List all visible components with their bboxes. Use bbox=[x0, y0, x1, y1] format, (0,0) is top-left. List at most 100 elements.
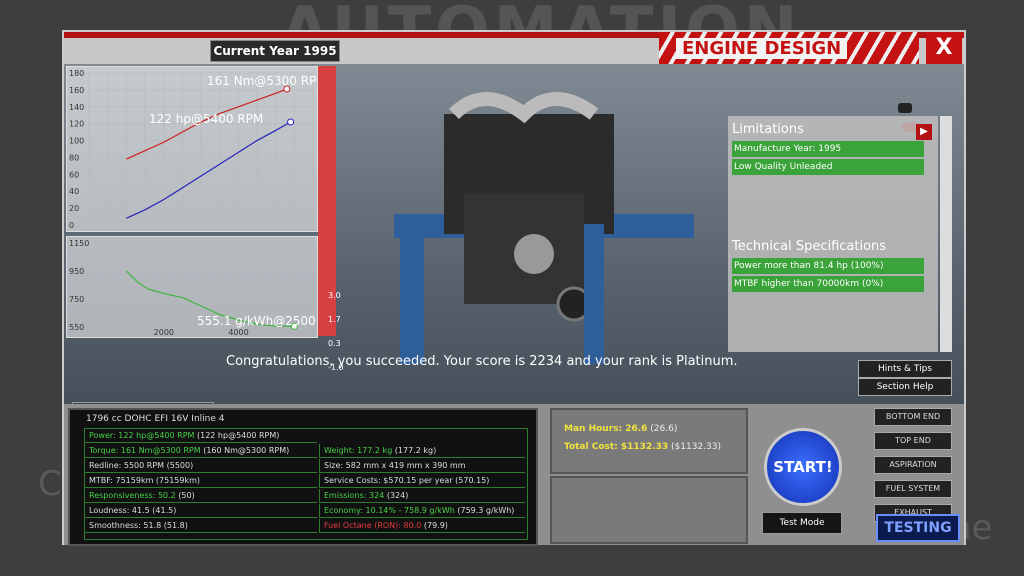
data-point bbox=[287, 118, 295, 126]
power-peak-label: 122 hp@5400 RPM bbox=[149, 112, 263, 126]
power-torque-svg: 0 20 40 60 80 100 120 140 160 180 161 Nm@5300 RPM 1… bbox=[69, 69, 317, 230]
stat-value: (41.5) bbox=[149, 506, 177, 515]
stat-value: (75159km) bbox=[153, 476, 201, 485]
y-tick-label: 950 bbox=[69, 267, 84, 276]
current-year-label: Current Year 1995 bbox=[210, 40, 340, 62]
engine-render bbox=[394, 92, 694, 364]
title-bar: Current Year 1995 ENGINE DESIGN X bbox=[64, 32, 964, 64]
bottom-end-button[interactable]: BOTTOM END bbox=[874, 408, 952, 426]
stat-label: Size: 582 mm x 419 mm x 390 mm bbox=[324, 461, 466, 470]
window-title: ENGINE DESIGN bbox=[676, 38, 848, 59]
stat-value: (5500) bbox=[164, 461, 194, 470]
economy-svg: 550 750 950 1150 2000 4000555.1 g/kWh@2500 RP… bbox=[69, 239, 317, 337]
y-tick-label: 750 bbox=[69, 295, 84, 304]
man-hours-value: (26.6) bbox=[647, 424, 678, 434]
y-tick-label: 40 bbox=[69, 187, 79, 196]
y-tick-label: 160 bbox=[69, 86, 84, 95]
stat-value: (160 Nm@5300 RPM) bbox=[200, 446, 290, 455]
stats-grid: Power: 122 hp@5400 RPM (122 hp@5400 RPM)… bbox=[84, 428, 528, 540]
total-cost: Total Cost: $1132.33 ($1132.33) bbox=[552, 438, 746, 456]
aspiration-button[interactable]: ASPIRATION bbox=[874, 456, 952, 474]
torque-peak-label: 161 Nm@5300 RPM bbox=[207, 74, 317, 88]
power-torque-chart: 0 20 40 60 80 100 120 140 160 180 161 Nm@5300 RPM 1… bbox=[66, 66, 318, 232]
stat-value: (122 hp@5400 RPM) bbox=[194, 431, 280, 440]
stat-row: Redline: 5500 RPM (5500) bbox=[85, 459, 317, 473]
limitations-scrollbar[interactable] bbox=[940, 116, 952, 352]
test-mode-button[interactable]: Test Mode bbox=[762, 512, 842, 534]
y-tick-label: 0 bbox=[69, 221, 74, 230]
limitations-panel: Limitations Manufacture Year: 1995 Low Q… bbox=[728, 116, 952, 352]
start-button[interactable]: START! bbox=[764, 428, 842, 506]
fuel-system-button[interactable]: FUEL SYSTEM bbox=[874, 480, 952, 498]
engine-design-window: Current Year 1995 ENGINE DESIGN X 0 20 40 6… bbox=[62, 30, 966, 546]
stat-row: Torque: 161 Nm@5300 RPM (160 Nm@5300 RPM… bbox=[85, 444, 317, 458]
stat-row: Size: 582 mm x 419 mm x 390 mm bbox=[319, 459, 525, 473]
view-icons bbox=[898, 98, 938, 132]
economy-chart: 550 750 950 1150 2000 4000555.1 g/kWh@2500 RP… bbox=[66, 236, 318, 338]
tech-spec-item: Power more than 81.4 hp (100%) bbox=[732, 258, 924, 274]
stat-value: (79.9) bbox=[421, 521, 448, 530]
y-tick-label: 120 bbox=[69, 120, 84, 129]
testing-button[interactable]: TESTING bbox=[876, 514, 960, 542]
engine-3d-viewport[interactable]: 0 20 40 60 80 100 120 140 160 180 161 Nm@5300 RPM 1… bbox=[64, 64, 964, 424]
stat-value: (51.8) bbox=[161, 521, 188, 530]
y-tick-label: 1150 bbox=[69, 239, 89, 248]
stat-label: Emissions: 324 bbox=[324, 491, 385, 500]
stat-label: Weight: 177.2 kg bbox=[324, 446, 393, 455]
camera-icon[interactable] bbox=[898, 103, 912, 113]
x-tick-label: 2000 bbox=[154, 328, 174, 337]
stat-label: Smoothness: 51.8 bbox=[89, 521, 162, 530]
stat-label: MTBF: 75159km bbox=[89, 476, 154, 485]
stat-label: Economy: 10.14% - 758.9 g/kWh bbox=[324, 506, 455, 515]
stat-label: Power: 122 hp@5400 RPM bbox=[89, 431, 195, 440]
stat-label: Loudness: 41.5 bbox=[89, 506, 150, 515]
close-button[interactable]: X bbox=[926, 32, 962, 64]
result-message: Congratulations, you succeeded. Your sco… bbox=[226, 354, 738, 369]
stat-row: Fuel Octane (RON): 80.0 (79.9) bbox=[319, 519, 525, 533]
total-cost-value: ($1132.33) bbox=[668, 442, 721, 452]
empty-plate bbox=[550, 476, 748, 544]
panel-toggle-arrow-icon[interactable]: ▶ bbox=[916, 124, 932, 140]
stat-row: Weight: 177.2 kg (177.2 kg) bbox=[319, 444, 525, 458]
stat-label: Service Costs: $570.15 per year bbox=[324, 476, 453, 485]
y-tick-label: 80 bbox=[69, 153, 79, 162]
stat-row: Loudness: 41.5 (41.5) bbox=[85, 504, 317, 518]
top-end-button[interactable]: TOP END bbox=[874, 432, 952, 450]
y-tick-label: 180 bbox=[69, 69, 84, 78]
stat-value: (50) bbox=[175, 491, 195, 500]
series-line bbox=[126, 121, 291, 219]
y-tick-label: 550 bbox=[69, 323, 84, 332]
x-tick-label: 4000 bbox=[228, 328, 248, 337]
bottom-panel: 1796 cc DOHC EFI 16V Inline 4 Power: 122… bbox=[64, 404, 964, 546]
stat-value: (177.2 kg) bbox=[392, 446, 437, 455]
mini-tick: 3.0 bbox=[328, 291, 341, 300]
tech-specs-heading: Technical Specifications bbox=[732, 239, 887, 254]
y-tick-label: 100 bbox=[69, 137, 84, 146]
stat-value: (759.3 g/kWh) bbox=[454, 506, 515, 515]
stat-row: Emissions: 324 (324) bbox=[319, 489, 525, 503]
stat-label: Responsiveness: 50.2 bbox=[89, 491, 176, 500]
hints-tips-button[interactable]: Hints & Tips bbox=[858, 360, 952, 378]
section-nav: BOTTOM END TOP END ASPIRATION FUEL SYSTE… bbox=[854, 408, 964, 528]
stat-label: Torque: 161 Nm@5300 RPM bbox=[89, 446, 201, 455]
total-cost-label: Total Cost: $1132.33 bbox=[564, 442, 669, 452]
y-tick-label: 60 bbox=[69, 170, 79, 179]
cost-panel: Man Hours: 26.6 (26.6) Total Cost: $1132… bbox=[550, 408, 748, 474]
section-help-button[interactable]: Section Help bbox=[858, 378, 952, 396]
mini-tick: 0.3 bbox=[328, 339, 341, 348]
y-tick-label: 20 bbox=[69, 204, 79, 213]
stat-row: Economy: 10.14% - 758.9 g/kWh (759.3 g/k… bbox=[319, 504, 525, 518]
stat-row: Responsiveness: 50.2 (50) bbox=[85, 489, 317, 503]
tech-spec-item: MTBF higher than 70000km (0%) bbox=[732, 276, 924, 292]
man-hours-label: Man Hours: 26.6 bbox=[564, 424, 648, 434]
stat-row: Service Costs: $570.15 per year (570.15) bbox=[319, 474, 525, 488]
y-tick-label: 140 bbox=[69, 103, 84, 112]
limitations-heading: Limitations bbox=[732, 122, 804, 137]
stat-label: Redline: 5500 RPM bbox=[89, 461, 165, 470]
man-hours: Man Hours: 26.6 (26.6) bbox=[552, 410, 746, 438]
engine-stats-panel: 1796 cc DOHC EFI 16V Inline 4 Power: 122… bbox=[68, 408, 538, 546]
stat-row: Power: 122 hp@5400 RPM (122 hp@5400 RPM) bbox=[85, 429, 317, 443]
stat-row: MTBF: 75159km (75159km) bbox=[85, 474, 317, 488]
mini-tick: 1.7 bbox=[328, 315, 341, 324]
stat-label: Fuel Octane (RON): 80.0 bbox=[324, 521, 422, 530]
